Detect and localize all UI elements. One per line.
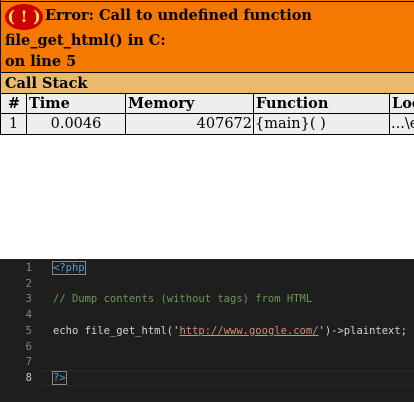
error-message-cell: ( ! ) Error: Call to undefined function f… xyxy=(0,1,414,73)
line-number: 5 xyxy=(25,324,32,337)
code-line[interactable]: 2 xyxy=(0,276,414,292)
line-number: 7 xyxy=(25,356,32,369)
code-text: ?> xyxy=(52,370,67,386)
code-editor[interactable]: 1 <?php 2 3 // Dump contents (without tags) … xyxy=(0,259,414,402)
code-line[interactable]: 1 <?php xyxy=(0,260,414,276)
line-number: 3 xyxy=(25,293,32,306)
code-text: echo file_get_html('http://www.google.co… xyxy=(53,323,407,339)
code-token-tag: ?> xyxy=(52,370,67,385)
column-header-function: Function xyxy=(253,93,390,114)
column-header-time: Time xyxy=(26,93,126,114)
line-number: 6 xyxy=(25,340,32,353)
line-number: 1 xyxy=(25,262,32,274)
row-memory: 407672 xyxy=(125,113,254,135)
code-token-comment: // Dump contents (without tags) from HTM… xyxy=(53,293,313,306)
code-line[interactable]: 8 ?> xyxy=(0,370,414,386)
line-number: 2 xyxy=(25,277,32,290)
code-token-plain: )->plaintext; xyxy=(324,324,408,337)
xdebug-error-table: ( ! ) Error: Call to undefined function f… xyxy=(0,0,414,135)
code-line[interactable]: 7 xyxy=(0,354,414,370)
error-icon: ( ! ) xyxy=(5,4,43,30)
line-number: 4 xyxy=(25,309,32,322)
code-line[interactable]: 5 echo file_get_html('http://www.google.c… xyxy=(0,323,414,339)
code-text: <?php xyxy=(52,260,86,276)
column-header-number: # xyxy=(0,93,27,114)
code-text: // Dump contents (without tags) from HTM… xyxy=(53,291,312,307)
table-row: 1 0.0046 407672 {main}( ) ...\e xyxy=(0,113,414,135)
error-message-tail: on line 5 xyxy=(5,53,77,70)
row-number: 1 xyxy=(0,113,27,135)
row-function: {main}( ) xyxy=(253,113,390,135)
column-header-location: Loc xyxy=(388,93,414,114)
code-line[interactable]: 3 // Dump contents (without tags) from HT… xyxy=(0,291,414,307)
code-token-plain: echo file_get_html( xyxy=(53,324,174,337)
code-line[interactable]: 4 xyxy=(0,307,414,323)
code-token-str: http://www.google.com/ xyxy=(179,324,319,337)
code-token-tag: <?php xyxy=(52,261,86,275)
error-message: Error: Call to undefined function file_g… xyxy=(5,7,312,49)
line-number: 8 xyxy=(25,371,32,384)
row-location: ...\e xyxy=(388,113,414,135)
call-stack-title: Call Stack xyxy=(0,72,414,94)
code-line[interactable]: 6 xyxy=(0,339,414,355)
call-stack-header-row: # Time Memory Function Loc xyxy=(0,93,414,114)
column-header-memory: Memory xyxy=(125,93,254,114)
row-time: 0.0046 xyxy=(26,113,126,135)
